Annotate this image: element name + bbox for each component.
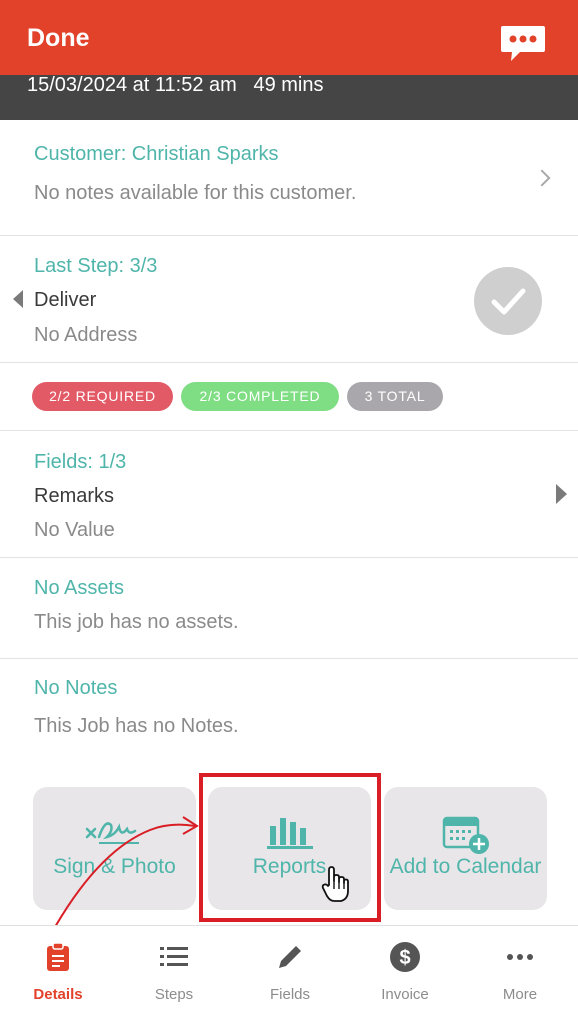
- pencil-icon: [279, 946, 301, 968]
- assets-card[interactable]: No Assets This job has no assets.: [0, 558, 578, 659]
- list-icon: [160, 947, 188, 966]
- sign-photo-label: Sign & Photo: [53, 855, 176, 878]
- customer-notes: No notes available for this customer.: [34, 182, 357, 204]
- tab-details[interactable]: Details: [0, 926, 116, 1013]
- reports-highlight: [199, 773, 381, 922]
- customer-label: Customer: Christian Sparks: [34, 143, 279, 165]
- tab-invoice[interactable]: $ Invoice: [347, 926, 463, 1013]
- notes-text: This Job has no Notes.: [34, 715, 239, 737]
- add-to-calendar-label: Add to Calendar: [389, 855, 542, 878]
- tab-steps-label: Steps: [154, 986, 194, 1003]
- fields-card[interactable]: Fields: 1/3 Remarks No Value: [0, 431, 578, 558]
- required-badge: 2/2 REQUIRED: [32, 382, 173, 411]
- job-datetime-bar: 15/03/2024 at 11:52 am 49 mins: [0, 75, 578, 120]
- add-to-calendar-button[interactable]: Add to Calendar: [384, 787, 547, 910]
- last-step-label: Last Step: 3/3: [34, 255, 158, 277]
- fields-label: Fields: 1/3: [34, 451, 127, 473]
- previous-step-arrow-icon[interactable]: [13, 290, 23, 308]
- tab-more[interactable]: More: [462, 926, 578, 1013]
- next-field-arrow-icon[interactable]: [556, 484, 567, 504]
- field-value: No Value: [34, 519, 115, 541]
- total-badge: 3 TOTAL: [347, 382, 443, 411]
- notes-card[interactable]: No Notes This Job has no Notes.: [0, 659, 578, 768]
- tab-fields-label: Fields: [269, 986, 310, 1003]
- status-title: Done: [27, 24, 90, 52]
- tab-more-label: More: [502, 986, 538, 1003]
- tab-invoice-label: Invoice: [381, 986, 429, 1003]
- dollar-icon: $: [390, 942, 420, 972]
- bottom-tab-bar: Details Steps Fields $ Invoice More: [0, 925, 578, 1013]
- assets-label: No Assets: [34, 577, 125, 599]
- notes-label: No Notes: [34, 677, 118, 699]
- sign-photo-button[interactable]: Sign & Photo: [33, 787, 196, 910]
- tab-steps[interactable]: Steps: [116, 926, 232, 1013]
- step-complete-check-icon[interactable]: [474, 267, 542, 335]
- svg-text:$: $: [399, 947, 410, 969]
- clipboard-icon: [47, 942, 69, 971]
- customer-card[interactable]: Customer: Christian Sparks No notes avai…: [0, 120, 578, 236]
- field-name: Remarks: [34, 485, 115, 507]
- calendar-add-icon: [442, 816, 489, 854]
- assets-text: This job has no assets.: [34, 611, 239, 633]
- chat-bubble-icon[interactable]: [500, 24, 546, 62]
- top-bar: Done: [0, 0, 578, 80]
- step-address: No Address: [34, 324, 138, 346]
- step-name: Deliver: [34, 289, 97, 311]
- tab-fields[interactable]: Fields: [232, 926, 348, 1013]
- job-datetime: 15/03/2024 at 11:52 am 49 mins: [27, 74, 324, 96]
- more-dots-icon: [507, 954, 533, 960]
- chevron-right-icon: [533, 169, 551, 187]
- signature-icon: [85, 822, 139, 844]
- completed-badge: 2/3 COMPLETED: [181, 382, 339, 411]
- tab-details-label: Details: [33, 986, 83, 1003]
